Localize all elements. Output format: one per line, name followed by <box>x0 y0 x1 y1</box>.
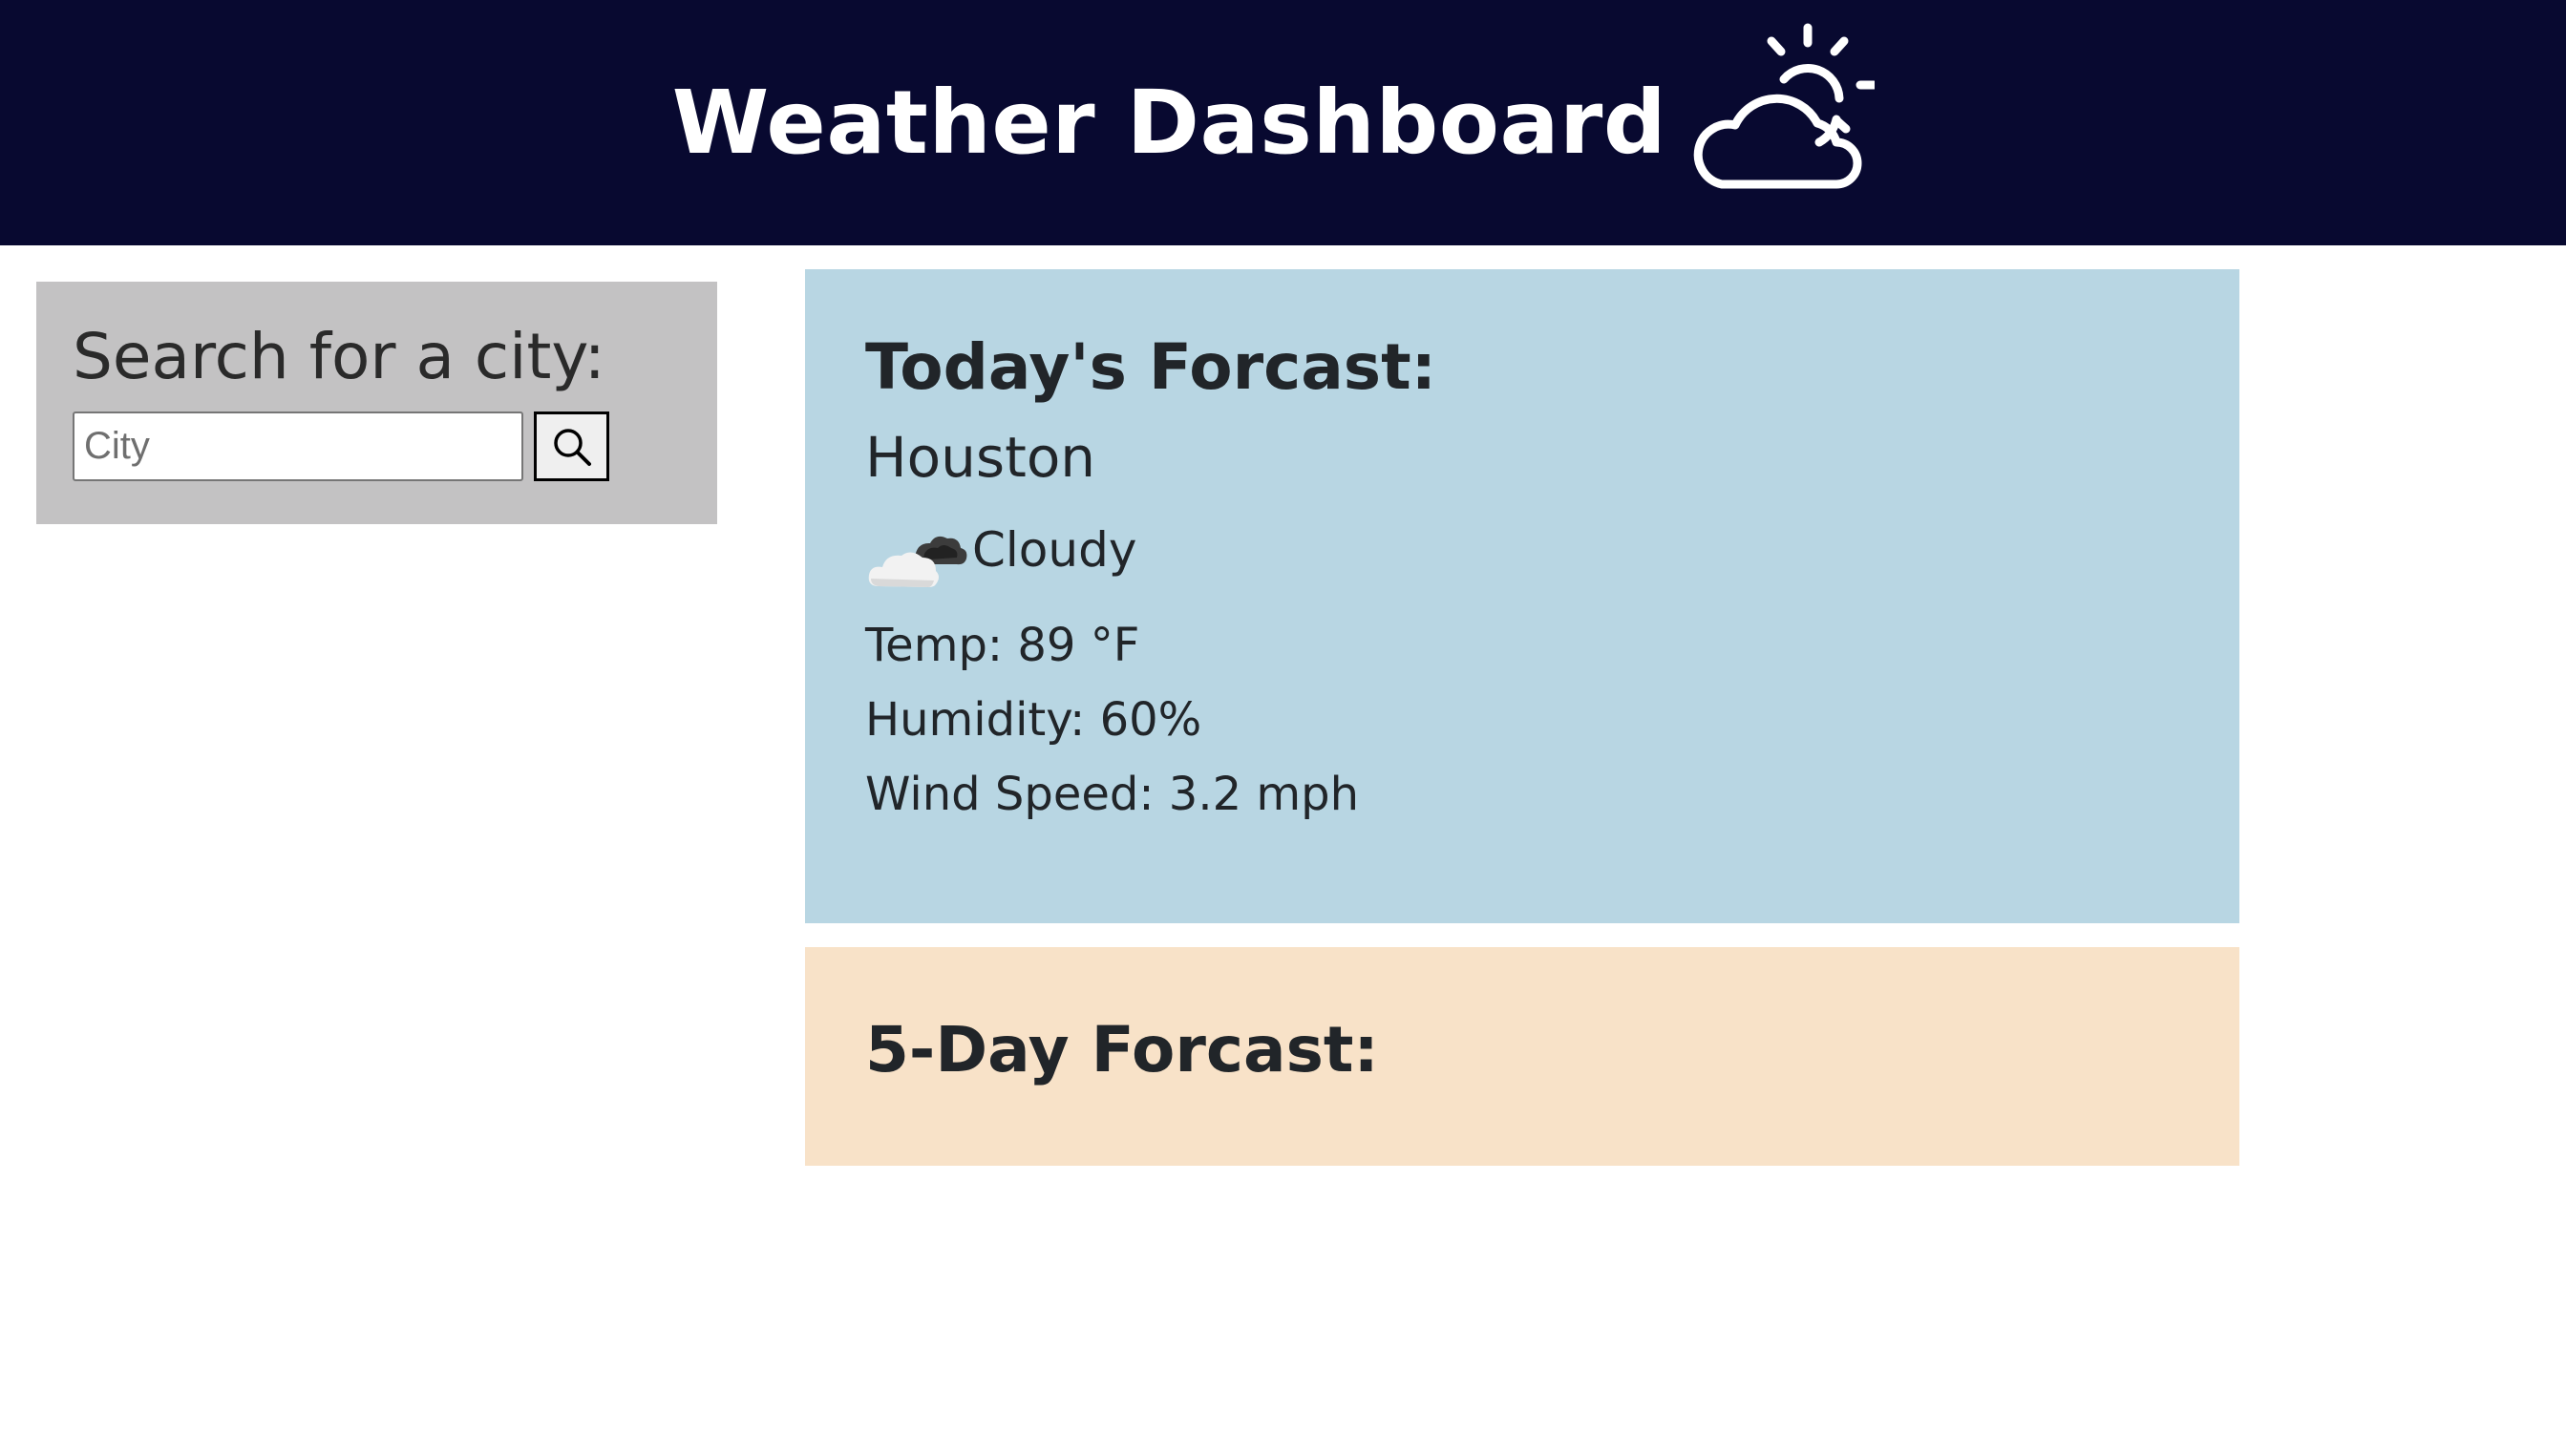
search-heading: Search for a city: <box>73 320 605 393</box>
app-header: Weather Dashboard <box>0 0 2566 245</box>
weather-condition: Cloudy <box>865 519 2179 596</box>
city-search-input[interactable] <box>73 411 523 481</box>
city-name: Houston <box>865 425 1096 490</box>
page-title: Weather Dashboard <box>671 71 1667 174</box>
search-panel: Search for a city: <box>36 282 717 524</box>
cloudy-icon <box>868 536 967 587</box>
partly-cloudy-icon <box>1694 23 1876 189</box>
search-button[interactable] <box>534 411 609 481</box>
header-content: Weather Dashboard <box>671 23 1876 192</box>
todays-forecast-heading: Today's Forcast: <box>865 330 1437 404</box>
humidity-text: Humidity: 60% <box>865 693 1202 747</box>
todays-forecast-panel: Today's Forcast: Houston Cloudy Temp: 89… <box>805 269 2239 923</box>
wind-speed-text: Wind Speed: 3.2 mph <box>865 768 1360 821</box>
search-icon <box>553 428 591 466</box>
temperature-text: Temp: 89 °F <box>865 619 1140 672</box>
search-row <box>73 411 681 481</box>
condition-text: Cloudy <box>972 522 1137 578</box>
five-day-forecast-heading: 5-Day Forcast: <box>865 1013 1379 1087</box>
five-day-forecast-panel: 5-Day Forcast: <box>805 947 2239 1166</box>
